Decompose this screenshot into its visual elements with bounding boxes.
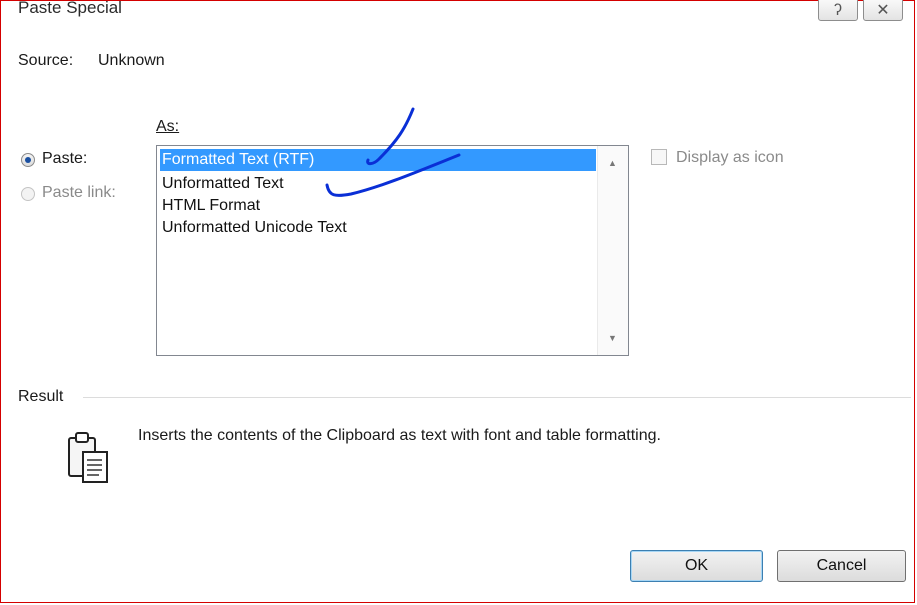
clipboard-document-icon [68, 432, 108, 483]
display-as-icon-checkbox[interactable] [651, 149, 667, 165]
list-item-unformatted-unicode-text[interactable]: Unformatted Unicode Text [160, 217, 347, 239]
close-button[interactable]: ✕ [863, 0, 903, 21]
paste-radio[interactable] [21, 153, 35, 167]
as-label: As: [156, 118, 180, 135]
paste-special-dialog: Paste Special ʔ ✕ Source: Unknown As: Pa… [0, 0, 915, 603]
format-listbox[interactable]: Formatted Text (RTF) Unformatted Text HT… [156, 145, 629, 356]
result-group-divider [83, 397, 911, 398]
list-item-unformatted-text[interactable]: Unformatted Text [160, 173, 284, 195]
result-group-label: Result [18, 388, 64, 405]
scroll-up-arrow-icon[interactable]: ▲ [608, 158, 617, 168]
source-label: Source: [18, 52, 74, 69]
dialog-title: Paste Special [18, 0, 122, 17]
help-button[interactable]: ʔ [818, 0, 858, 21]
help-icon: ʔ [834, 2, 842, 19]
close-icon: ✕ [876, 2, 890, 19]
list-item-html-format[interactable]: HTML Format [160, 195, 260, 217]
paste-link-radio-label: Paste link: [42, 184, 116, 201]
scroll-down-arrow-icon[interactable]: ▼ [608, 333, 617, 343]
source-value: Unknown [98, 52, 165, 69]
paste-link-radio[interactable] [21, 187, 35, 201]
paste-radio-label: Paste: [42, 150, 88, 167]
cancel-button[interactable]: Cancel [777, 550, 906, 582]
result-description: Inserts the contents of the Clipboard as… [138, 427, 661, 444]
title-bar: Paste Special ʔ ✕ [1, 0, 914, 31]
ok-button[interactable]: OK [630, 550, 763, 582]
listbox-scrollbar[interactable]: ▲ ▼ [597, 146, 628, 355]
display-as-icon-label: Display as icon [676, 149, 784, 166]
list-item-formatted-text-rtf[interactable]: Formatted Text (RTF) [160, 149, 596, 171]
